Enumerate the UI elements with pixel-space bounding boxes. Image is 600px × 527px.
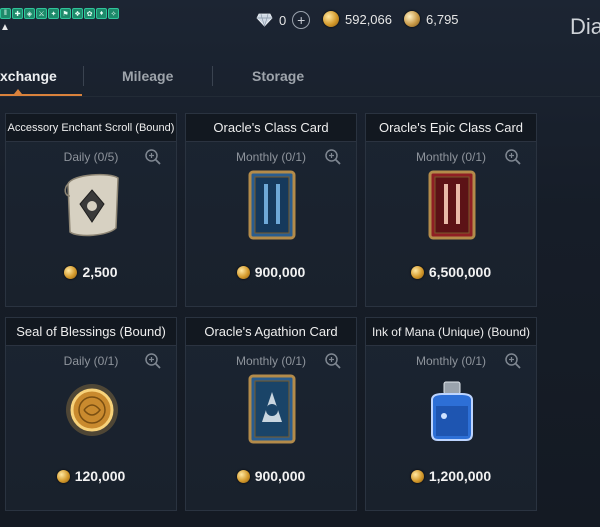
- ink-bottle-icon: [418, 370, 486, 452]
- buff-status-icons: ‖ ✚ ◈ ⚔ ✦ ⚑ ❖ ✿ ♦ ✧: [0, 8, 119, 19]
- price-value: 1,200,000: [428, 468, 492, 484]
- diamond-currency: 0 +: [256, 11, 311, 29]
- gold-coin-icon: [64, 265, 78, 279]
- tab-mileage[interactable]: Mileage: [122, 68, 173, 84]
- gold-coin-icon: [236, 265, 250, 279]
- buff-icon: ⚔: [36, 8, 47, 19]
- item-price: 6,500,000: [366, 264, 536, 280]
- warning-icon: ▲: [0, 22, 10, 33]
- buff-icon: ✦: [48, 8, 59, 19]
- buff-icon: ♦: [96, 8, 107, 19]
- zoom-icon[interactable]: [324, 352, 342, 370]
- buff-icon: ❖: [72, 8, 83, 19]
- price-value: 120,000: [74, 468, 126, 484]
- zoom-icon[interactable]: [144, 148, 162, 166]
- item-price: 900,000: [186, 468, 356, 484]
- buff-icon: ‖: [0, 8, 11, 19]
- buff-icon: ✚: [12, 8, 23, 19]
- shop-item-card[interactable]: Oracle's Agathion Card Monthly (0/1) 900…: [185, 317, 357, 511]
- price-value: 6,500,000: [428, 264, 492, 280]
- tab-divider: [83, 66, 84, 86]
- zoom-icon[interactable]: [504, 148, 522, 166]
- buff-icon: ⚑: [60, 8, 71, 19]
- item-name: Oracle's Class Card: [186, 114, 356, 142]
- item-price: 2,500: [6, 264, 176, 280]
- item-name: Oracle's Epic Class Card: [366, 114, 536, 142]
- item-price: 120,000: [6, 468, 176, 484]
- gold-coin-icon: [410, 469, 424, 483]
- shop-item-card[interactable]: Seal of Blessings (Bound) Daily (0/1) 12…: [5, 317, 177, 511]
- silver-coin-icon: [404, 11, 420, 27]
- tab-bar-divider: [0, 96, 600, 97]
- buff-icon: ◈: [24, 8, 35, 19]
- item-name: Seal of Blessings (Bound): [6, 318, 176, 346]
- price-value: 900,000: [254, 468, 306, 484]
- enchant-scroll-icon: [58, 166, 126, 248]
- diamond-amount: 0: [279, 12, 287, 28]
- gold-coin-icon: [236, 469, 250, 483]
- shop-item-card[interactable]: Accessory Enchant Scroll (Bound) Daily (…: [5, 113, 177, 307]
- tab-bar: xchange Mileage Storage: [0, 56, 600, 97]
- item-price: 900,000: [186, 264, 356, 280]
- shop-item-card[interactable]: Oracle's Class Card Monthly (0/1) 900,00…: [185, 113, 357, 307]
- item-price: 1,200,000: [366, 468, 536, 484]
- item-name: Ink of Mana (Unique) (Bound): [366, 318, 536, 346]
- item-name: Accessory Enchant Scroll (Bound): [6, 114, 176, 142]
- seal-icon: [58, 370, 126, 452]
- zoom-icon[interactable]: [504, 352, 522, 370]
- diamond-icon: [256, 13, 273, 28]
- gold-coin-icon: [323, 11, 339, 27]
- page-title: Dia: [570, 14, 600, 39]
- buff-icon: ✧: [108, 8, 119, 19]
- tab-storage[interactable]: Storage: [252, 68, 304, 84]
- agathion-card-icon: [238, 370, 306, 452]
- zoom-icon[interactable]: [324, 148, 342, 166]
- add-diamond-button[interactable]: +: [292, 11, 311, 29]
- zoom-icon[interactable]: [144, 352, 162, 370]
- silver-currency: 6,795: [404, 11, 459, 27]
- tab-divider: [212, 66, 213, 86]
- shop-item-card[interactable]: Oracle's Epic Class Card Monthly (0/1) 6…: [365, 113, 537, 307]
- gold-coin-icon: [410, 265, 424, 279]
- class-card-icon: [238, 166, 306, 248]
- gold-currency: 592,066: [323, 11, 392, 27]
- epic-class-card-icon: [418, 166, 486, 248]
- gold-coin-icon: [56, 469, 70, 483]
- silver-amount: 6,795: [426, 11, 459, 27]
- gold-amount: 592,066: [345, 11, 392, 27]
- item-name: Oracle's Agathion Card: [186, 318, 356, 346]
- price-value: 2,500: [82, 264, 118, 280]
- tab-exchange[interactable]: xchange: [0, 68, 57, 84]
- shop-item-card[interactable]: Ink of Mana (Unique) (Bound) Monthly (0/…: [365, 317, 537, 511]
- buff-icon: ✿: [84, 8, 95, 19]
- price-value: 900,000: [254, 264, 306, 280]
